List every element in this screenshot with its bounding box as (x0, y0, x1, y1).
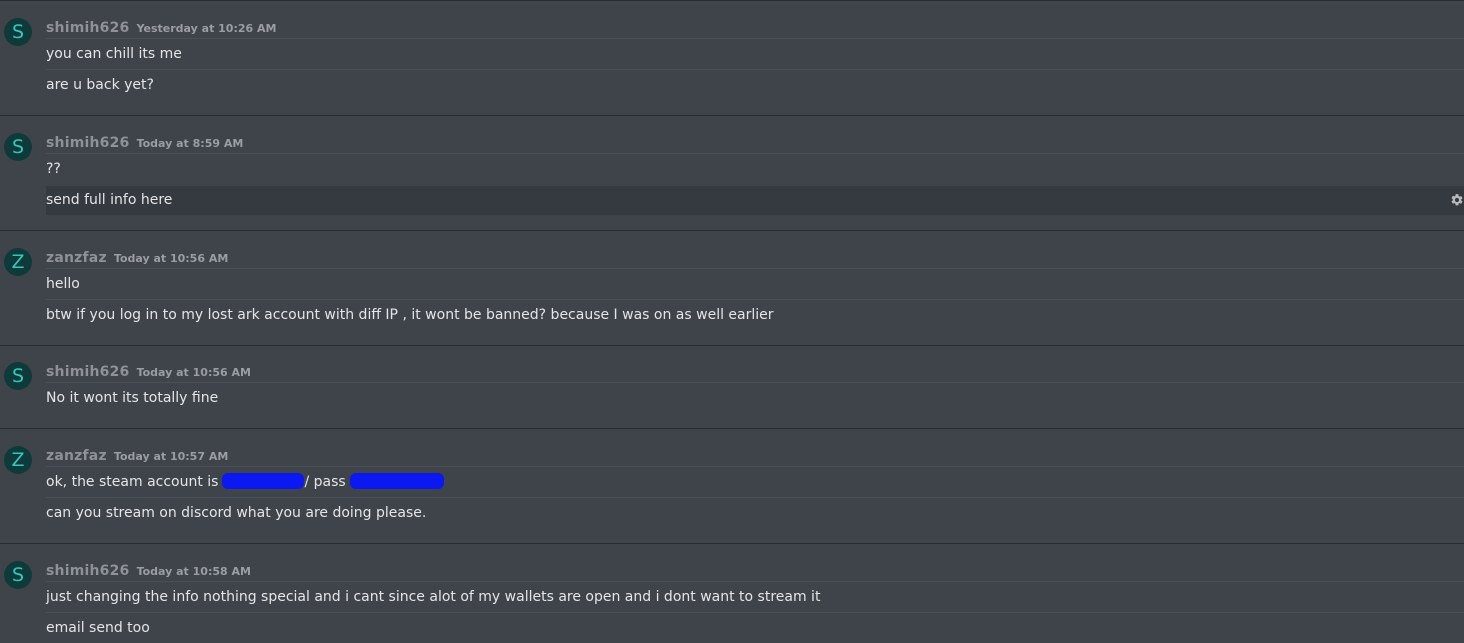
author-name[interactable]: shimih626 (46, 20, 129, 36)
author-name[interactable]: zanzfaz (46, 250, 107, 266)
message-line[interactable]: No it wont its totally fine (46, 384, 1464, 413)
avatar[interactable]: S (4, 18, 32, 46)
line-divider (46, 382, 1464, 383)
message-header: zanzfaz Today at 10:56 AM (46, 247, 228, 267)
message-line[interactable]: email send too (46, 614, 1464, 643)
gear-icon[interactable] (1450, 193, 1464, 207)
message-group-divider (0, 115, 1464, 116)
message-timestamp: Today at 10:56 AM (136, 366, 251, 379)
message-line[interactable]: are u back yet? (46, 71, 1464, 100)
message-text: ok, the steam account is (46, 474, 219, 490)
author-name[interactable]: shimih626 (46, 563, 129, 579)
message-line[interactable]: just changing the info nothing special a… (46, 583, 1464, 612)
message-timestamp: Today at 10:58 AM (136, 565, 251, 578)
message-header: shimih626 Yesterday at 10:26 AM (46, 17, 276, 37)
message-header: shimih626 Today at 10:58 AM (46, 560, 251, 580)
chat-message-list: S shimih626 Yesterday at 10:26 AM you ca… (0, 0, 1464, 643)
line-divider (46, 153, 1464, 154)
message-line[interactable]: hello (46, 270, 1464, 299)
message-group-divider (0, 543, 1464, 544)
line-divider (46, 38, 1464, 39)
avatar[interactable]: S (4, 561, 32, 589)
message-group-divider (0, 0, 1464, 1)
redaction-mark (349, 473, 444, 489)
message-text: send full info here (46, 192, 173, 208)
message-timestamp: Today at 8:59 AM (136, 137, 244, 150)
author-name[interactable]: shimih626 (46, 135, 129, 151)
message-line[interactable]: ok, the steam account is / pass (46, 468, 1464, 497)
message-timestamp: Yesterday at 10:26 AM (136, 22, 277, 35)
message-header: shimih626 Today at 8:59 AM (46, 132, 243, 152)
message-line[interactable]: can you stream on discord what you are d… (46, 499, 1464, 528)
avatar[interactable]: Z (4, 248, 32, 276)
line-divider (46, 612, 1464, 613)
message-text: / pass (304, 474, 346, 490)
line-divider (46, 581, 1464, 582)
message-group-divider (0, 345, 1464, 346)
message-timestamp: Today at 10:57 AM (113, 450, 229, 463)
line-divider (46, 299, 1464, 300)
line-divider (46, 69, 1464, 70)
avatar[interactable]: S (4, 133, 32, 161)
message-line[interactable]: btw if you log in to my lost ark account… (46, 301, 1464, 330)
avatar[interactable]: Z (4, 446, 32, 474)
author-name[interactable]: zanzfaz (46, 448, 107, 464)
line-divider (46, 497, 1464, 498)
message-header: zanzfaz Today at 10:57 AM (46, 445, 228, 465)
avatar[interactable]: S (4, 362, 32, 390)
line-divider (46, 268, 1464, 269)
author-name[interactable]: shimih626 (46, 364, 129, 380)
redaction-mark (222, 473, 305, 489)
message-line-hovered[interactable]: send full info here (46, 186, 1464, 215)
message-timestamp: Today at 10:56 AM (113, 252, 229, 265)
line-divider (46, 466, 1464, 467)
message-line[interactable]: you can chill its me (46, 40, 1464, 69)
message-line[interactable]: ?? (46, 155, 1464, 184)
message-header: shimih626 Today at 10:56 AM (46, 361, 251, 381)
message-group-divider (0, 428, 1464, 429)
message-group-divider (0, 230, 1464, 231)
